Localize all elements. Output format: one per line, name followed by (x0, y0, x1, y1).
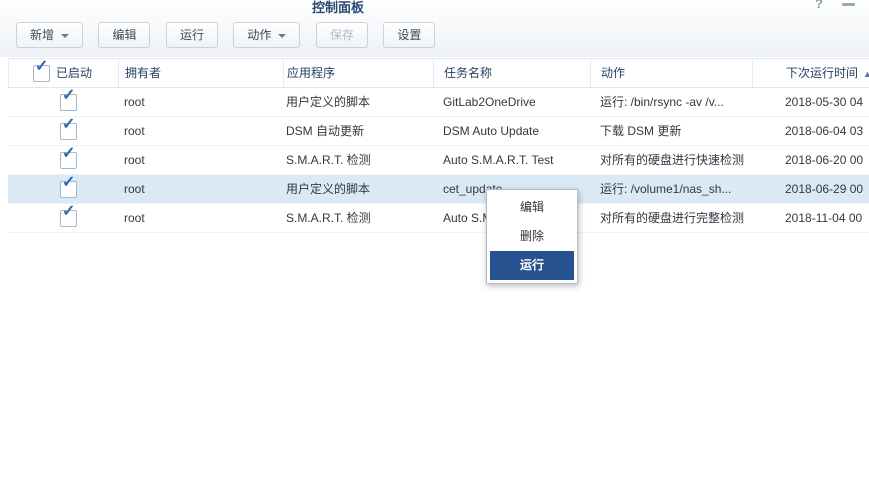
toolbar-button-label: 新增 (30, 28, 54, 42)
toolbar-button[interactable]: 设置 (383, 22, 435, 48)
enabled-cell: ✓ (8, 88, 118, 116)
enabled-checkbox[interactable]: ✓ (60, 123, 77, 140)
toolbar-button-label: 保存 (330, 28, 354, 42)
column-header-label: 拥有者 (125, 66, 161, 80)
toolbar: 新增 编辑 运行 动作 保存 设置 (16, 22, 446, 48)
action-cell: 运行: /volume1/nas_sh... (590, 175, 752, 203)
next-run-cell: 2018-06-29 00 (752, 175, 869, 203)
column-header-label: 已启动 (56, 66, 92, 80)
context-menu-item[interactable]: 运行 (490, 251, 574, 280)
application-cell: DSM 自动更新 (283, 117, 433, 145)
action-cell: 对所有的硬盘进行完整检测 (590, 204, 752, 232)
next-run-cell: 2018-06-04 03 (752, 117, 869, 145)
checkmark-icon: ✓ (62, 146, 75, 162)
column-header-label: 下次运行时间 (786, 66, 858, 80)
owner-cell: root (118, 204, 283, 232)
owner-cell: root (118, 146, 283, 174)
enabled-cell: ✓ (8, 146, 118, 174)
chevron-down-icon (61, 34, 69, 38)
enabled-cell: ✓ (8, 175, 118, 203)
table-body: ✓ root 用户定义的脚本 GitLab2OneDrive 运行: /bin/… (8, 88, 869, 233)
enabled-checkbox[interactable]: ✓ (60, 181, 77, 198)
column-header-label: 动作 (601, 66, 625, 80)
toolbar-button-label: 运行 (180, 28, 204, 42)
task-table: ✓ 已启动 拥有者 应用程序 任务名称 动作 下次运行时间 ▲ ✓ root 用户… (8, 58, 869, 233)
owner-cell: root (118, 88, 283, 116)
task-name-cell: GitLab2OneDrive (433, 88, 590, 116)
column-header-label: 任务名称 (444, 66, 492, 80)
column-header-enabled[interactable]: ✓ 已启动 (8, 59, 118, 87)
toolbar-button-label: 动作 (247, 28, 271, 42)
table-row[interactable]: ✓ root 用户定义的脚本 cet_update 运行: /volume1/n… (8, 175, 869, 204)
column-header-action[interactable]: 动作 (590, 59, 752, 87)
context-menu: 编辑 删除 运行 (486, 189, 578, 284)
table-row[interactable]: ✓ root 用户定义的脚本 GitLab2OneDrive 运行: /bin/… (8, 88, 869, 117)
toolbar-button-label: 编辑 (112, 28, 136, 42)
toolbar-button[interactable]: 新增 (16, 22, 83, 48)
next-run-cell: 2018-11-04 00 (752, 204, 869, 232)
next-run-cell: 2018-06-20 00 (752, 146, 869, 174)
enabled-checkbox[interactable]: ✓ (60, 152, 77, 169)
owner-cell: root (118, 175, 283, 203)
checkmark-icon: ✓ (35, 59, 48, 75)
context-menu-item[interactable]: 删除 (490, 222, 574, 251)
enabled-checkbox[interactable]: ✓ (60, 210, 77, 227)
control-panel-window: 控制面板 ? 新增 编辑 运行 动作 保存 设置 ✓ 已启动 拥有者 应用程序 … (0, 0, 869, 483)
column-header-label: 应用程序 (287, 66, 335, 80)
application-cell: 用户定义的脚本 (283, 88, 433, 116)
checkmark-icon: ✓ (62, 204, 75, 220)
action-cell: 对所有的硬盘进行快速检测 (590, 146, 752, 174)
task-name-cell: DSM Auto Update (433, 117, 590, 145)
column-header-application[interactable]: 应用程序 (283, 59, 433, 87)
toolbar-button[interactable]: 编辑 (98, 22, 150, 48)
toolbar-button[interactable]: 保存 (316, 22, 368, 48)
column-header-next-run[interactable]: 下次运行时间 ▲ (752, 59, 869, 87)
next-run-cell: 2018-05-30 04 (752, 88, 869, 116)
column-header-task-name[interactable]: 任务名称 (433, 59, 590, 87)
table-row[interactable]: ✓ root S.M.A.R.T. 检测 Auto S.M.A.R.T. Tes… (8, 204, 869, 233)
context-menu-item[interactable]: 编辑 (490, 193, 574, 222)
application-cell: S.M.A.R.T. 检测 (283, 146, 433, 174)
enabled-cell: ✓ (8, 117, 118, 145)
select-all-checkbox[interactable]: ✓ (33, 65, 50, 82)
owner-cell: root (118, 117, 283, 145)
checkmark-icon: ✓ (62, 117, 75, 133)
table-header-row: ✓ 已启动 拥有者 应用程序 任务名称 动作 下次运行时间 ▲ (8, 58, 869, 88)
action-cell: 下载 DSM 更新 (590, 117, 752, 145)
enabled-checkbox[interactable]: ✓ (60, 94, 77, 111)
application-cell: 用户定义的脚本 (283, 175, 433, 203)
checkmark-icon: ✓ (62, 88, 75, 104)
toolbar-button[interactable]: 动作 (233, 22, 300, 48)
table-row[interactable]: ✓ root S.M.A.R.T. 检测 Auto S.M.A.R.T. Tes… (8, 146, 869, 175)
column-header-owner[interactable]: 拥有者 (118, 59, 283, 87)
action-cell: 运行: /bin/rsync -av /v... (590, 88, 752, 116)
enabled-cell: ✓ (8, 204, 118, 232)
window-title: 控制面板 (312, 0, 364, 16)
toolbar-button-label: 设置 (397, 28, 421, 42)
application-cell: S.M.A.R.T. 检测 (283, 204, 433, 232)
checkmark-icon: ✓ (62, 175, 75, 191)
help-icon[interactable]: ? (815, 0, 823, 11)
task-name-cell: Auto S.M.A.R.T. Test (433, 146, 590, 174)
sort-ascending-icon: ▲ (863, 69, 869, 79)
table-row[interactable]: ✓ root DSM 自动更新 DSM Auto Update 下载 DSM 更… (8, 117, 869, 146)
chevron-down-icon (278, 34, 286, 38)
toolbar-button[interactable]: 运行 (166, 22, 218, 48)
minimize-icon[interactable] (842, 3, 855, 6)
